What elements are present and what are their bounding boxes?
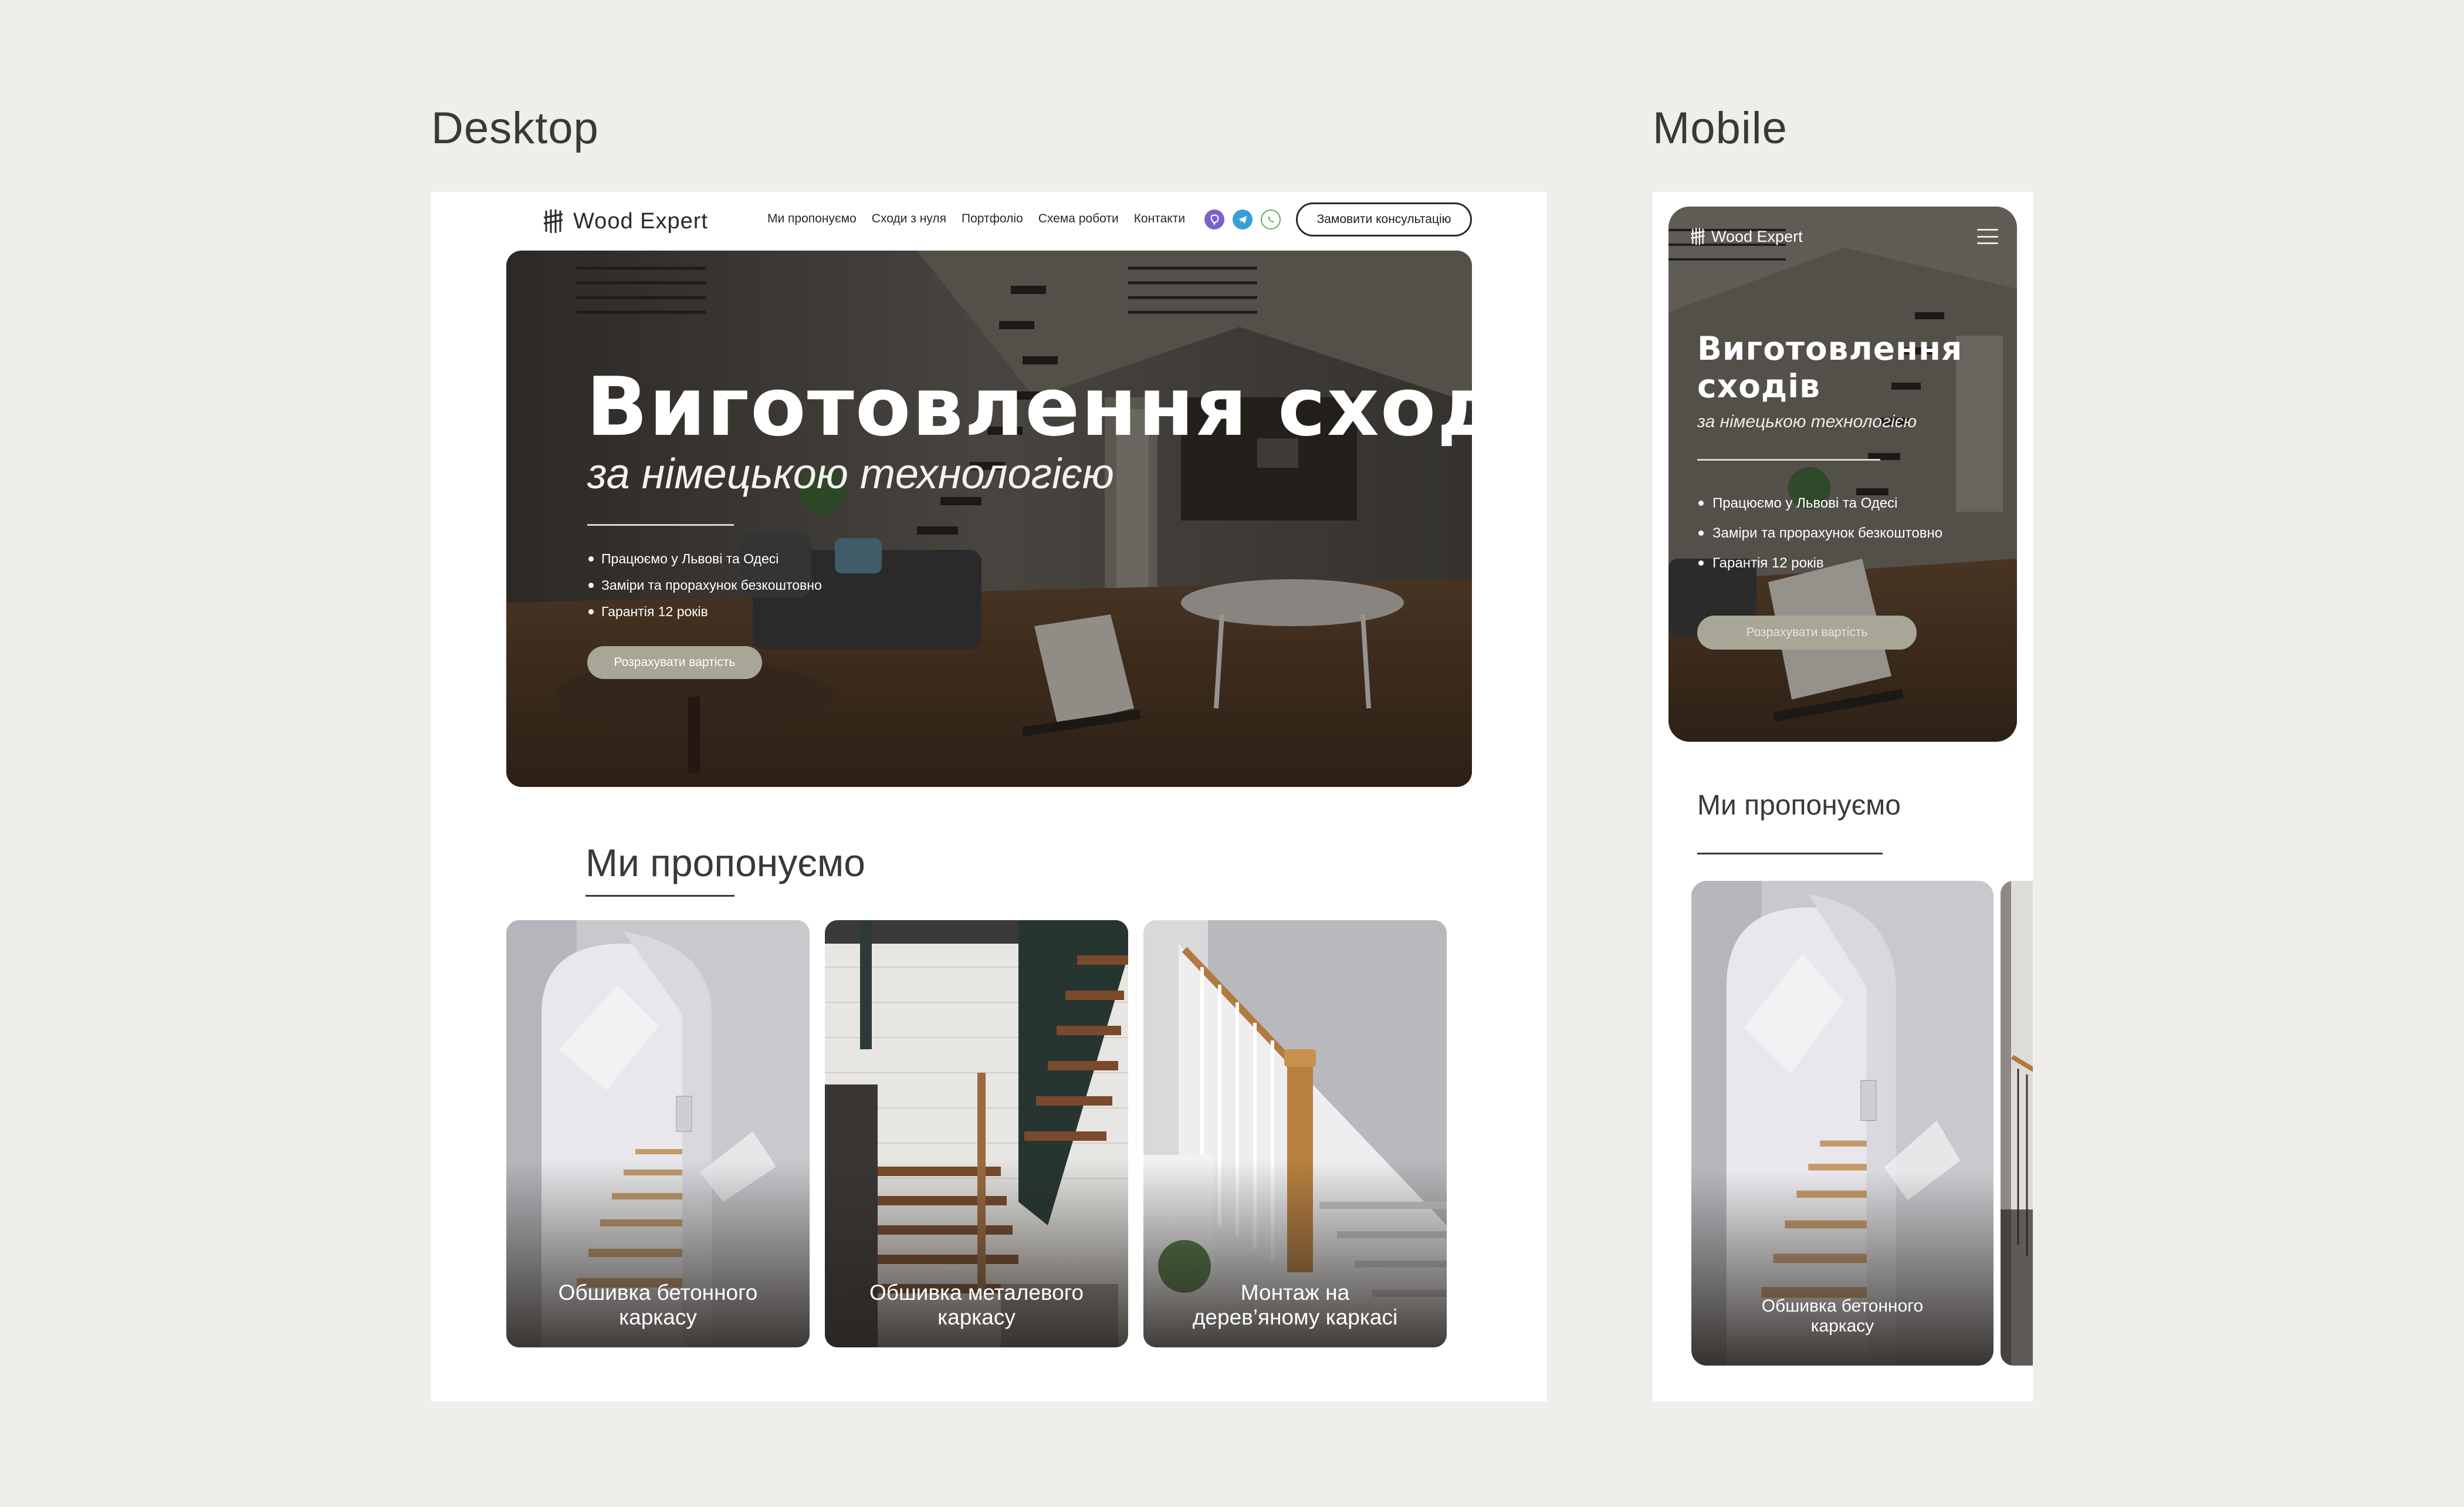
consultation-button[interactable]: Замовити консультацію xyxy=(1296,202,1472,236)
nav-item-offers[interactable]: Ми пропонуємо xyxy=(767,212,857,226)
card-caption: Обшивка бетонного каркасу xyxy=(506,1280,810,1330)
hero-interior-photo xyxy=(506,251,1472,787)
calculate-cost-button[interactable]: Розрахувати вартість xyxy=(587,646,762,679)
mobile-offers-divider xyxy=(1697,853,1883,854)
card-caption-line2: каркасу xyxy=(937,1305,1016,1329)
card-caption-line1: Монтаж на xyxy=(1240,1280,1350,1305)
card-caption-line2: каркасу xyxy=(1810,1316,1874,1336)
hero-banner: Виготовлення сходів за німецькою техноло… xyxy=(506,251,1472,787)
card-shade xyxy=(1691,1172,1993,1366)
mobile-hero-bullet-list: Працюємо у Львові та Одесі Заміри та про… xyxy=(1697,488,1942,578)
hero-bullet: Гарантія 12 років xyxy=(1697,548,1942,578)
hero-bullet: Гарантія 12 років xyxy=(587,599,822,625)
card-caption-line1: Обшивка бетонного xyxy=(1761,1296,1924,1316)
card-caption: Обшивка бетонного каркасу xyxy=(1691,1296,1993,1336)
wood-logo-icon xyxy=(543,210,563,233)
offer-card-wood[interactable]: Монтаж на дерев’яному каркасі xyxy=(1143,920,1447,1347)
mobile-hero-title-line2: сходів xyxy=(1697,367,1820,405)
nav-item-stairs[interactable]: Сходи з нуля xyxy=(872,212,946,226)
desktop-label: Desktop xyxy=(431,103,599,153)
mobile-calculate-cost-button[interactable]: Розрахувати вартість xyxy=(1697,616,1917,650)
hero-interior-photo xyxy=(1668,207,2017,742)
whatsapp-icon[interactable] xyxy=(1261,210,1281,229)
mobile-hero-divider xyxy=(1697,459,1880,461)
hero-subtitle: за німецькою технологією xyxy=(587,451,1114,498)
nav-item-workflow[interactable]: Схема роботи xyxy=(1038,212,1119,226)
hero-bullet: Працюємо у Львові та Одесі xyxy=(1697,488,1942,518)
mobile-offer-card-peek[interactable] xyxy=(2001,881,2033,1366)
hero-bullet-list: Працюємо у Львові та Одесі Заміри та про… xyxy=(587,546,822,625)
card-caption-line2: каркасу xyxy=(619,1305,697,1329)
mobile-hero-banner: Wood Expert Виготовлення сходів за німец… xyxy=(1668,207,2017,742)
mobile-hero-title-line1: Виготовлення xyxy=(1697,330,1963,367)
social-links xyxy=(1204,210,1281,229)
nav-item-portfolio[interactable]: Портфоліо xyxy=(962,212,1023,226)
hero-bullet: Працюємо у Львові та Одесі xyxy=(587,546,822,572)
card-caption-line2: дерев’яному каркасі xyxy=(1192,1305,1398,1329)
viber-icon[interactable] xyxy=(1204,210,1224,229)
hero-divider xyxy=(587,524,734,526)
logo[interactable]: Wood Expert xyxy=(543,204,708,239)
hero-bullet: Заміри та прорахунок безкоштовно xyxy=(1697,518,1942,548)
offers-heading: Ми пропонуємо xyxy=(585,841,865,884)
offer-card-concrete[interactable]: Обшивка бетонного каркасу xyxy=(506,920,810,1347)
offers-divider xyxy=(585,895,735,897)
wood-logo-icon xyxy=(1691,228,1705,245)
top-navigation: Wood Expert Ми пропонуємо Сходи з нуля П… xyxy=(431,192,1547,251)
brand-name: Wood Expert xyxy=(573,208,708,234)
hamburger-menu-icon[interactable] xyxy=(1977,229,1998,244)
nav-item-contacts[interactable]: Контакти xyxy=(1134,212,1185,226)
card-caption: Обшивка металевого каркасу xyxy=(825,1280,1128,1330)
mobile-hero-subtitle: за німецькою технологією xyxy=(1697,412,1917,431)
mobile-logo[interactable]: Wood Expert xyxy=(1690,227,1803,246)
mobile-offer-card-concrete[interactable]: Обшивка бетонного каркасу xyxy=(1691,881,1993,1366)
offer-card-metal[interactable]: Обшивка металевого каркасу xyxy=(825,920,1128,1347)
mobile-offers-heading: Ми пропонуємо xyxy=(1697,790,1901,821)
metal-stair-photo xyxy=(2001,881,2033,1366)
card-caption: Монтаж на дерев’яному каркасі xyxy=(1143,1280,1447,1330)
desktop-frame: Wood Expert Ми пропонуємо Сходи з нуля П… xyxy=(431,192,1547,1401)
card-caption-line1: Обшивка бетонного xyxy=(558,1280,758,1305)
hero-title: Виготовлення сходів xyxy=(586,360,1472,454)
mobile-hero-title: Виготовлення сходів xyxy=(1697,330,1962,405)
mobile-frame: Wood Expert Виготовлення сходів за німец… xyxy=(1653,192,2033,1401)
mobile-label: Mobile xyxy=(1653,103,1788,153)
offer-cards: Обшивка бетонного каркасу Обшивка метале… xyxy=(506,920,1447,1347)
telegram-icon[interactable] xyxy=(1233,210,1253,229)
brand-name: Wood Expert xyxy=(1711,227,1803,245)
card-caption-line1: Обшивка металевого xyxy=(869,1280,1084,1305)
hero-bullet: Заміри та прорахунок безкоштовно xyxy=(587,572,822,599)
main-menu: Ми пропонуємо Сходи з нуля Портфоліо Схе… xyxy=(767,212,1185,226)
